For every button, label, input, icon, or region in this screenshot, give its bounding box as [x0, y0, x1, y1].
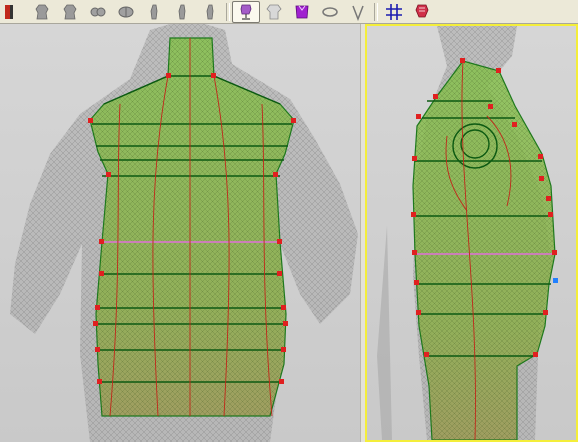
mannequin-stand-button[interactable]	[196, 1, 224, 23]
neck-ring-button[interactable]	[316, 1, 344, 23]
grid-lines-button[interactable]	[380, 1, 408, 23]
front-view-canvas	[10, 24, 358, 442]
dress-form-icon	[240, 4, 252, 20]
torso-icon	[266, 4, 282, 19]
bodice-icon	[295, 5, 309, 18]
bodice-button[interactable]	[288, 1, 316, 23]
dress-form-button[interactable]	[232, 0, 260, 23]
mannequin-front-button[interactable]	[56, 1, 84, 23]
collar-icon	[352, 5, 364, 21]
mannequin-side-right-button[interactable]	[168, 1, 196, 23]
side-viewport[interactable]	[365, 24, 578, 442]
grid-lines-icon	[386, 3, 402, 20]
toolbar-separator	[374, 2, 378, 21]
torso-button[interactable]	[260, 1, 288, 23]
mannequin-side-left-button[interactable]	[140, 1, 168, 23]
mannequin-stand-icon	[206, 4, 214, 19]
front-viewport[interactable]	[0, 24, 360, 442]
mannequin-side-left-icon	[150, 4, 158, 19]
mannequin-bust-button[interactable]	[84, 1, 112, 23]
mannequin-bust-icon	[90, 7, 106, 16]
dress-form-red-button[interactable]	[408, 1, 436, 23]
partial-icon	[5, 4, 13, 19]
mannequin-hips-button[interactable]	[112, 1, 140, 23]
mannequin-back-button[interactable]	[28, 1, 56, 23]
toolbar-separator	[226, 2, 230, 21]
toolbar	[0, 0, 578, 24]
mannequin-hips-icon	[118, 6, 134, 17]
mannequin-side-right-icon	[178, 4, 186, 19]
dress-form-red-icon	[415, 4, 429, 17]
side-view-canvas	[377, 26, 558, 440]
partial-button[interactable]	[0, 1, 28, 23]
collar-button[interactable]	[344, 1, 372, 23]
neck-ring-icon	[322, 6, 338, 17]
mannequin-front-icon	[63, 4, 77, 19]
mannequin-back-icon	[35, 4, 49, 19]
